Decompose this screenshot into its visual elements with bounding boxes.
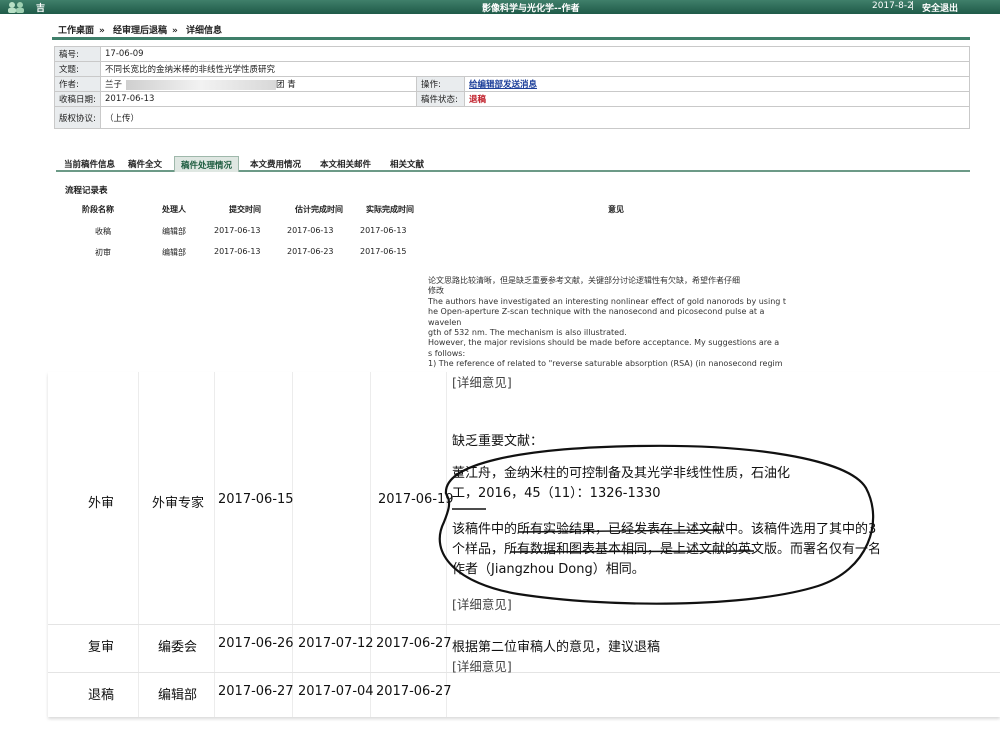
- header-submitted: 提交时间: [229, 205, 261, 214]
- column-divider: [370, 372, 371, 717]
- title-label: 文题:: [54, 61, 101, 77]
- copyright-upload-link[interactable]: （上传）: [100, 106, 970, 129]
- tab-full-text[interactable]: 稿件全文: [122, 156, 168, 172]
- author-label: 作者:: [54, 76, 101, 92]
- estimated-cell: 2017-07-12: [298, 636, 374, 651]
- tab-fees[interactable]: 本文费用情况: [244, 156, 307, 172]
- actual-cell: 2017-06-19: [378, 492, 454, 507]
- received-date-label: 收稿日期:: [54, 91, 101, 107]
- submitted-cell: 2017-06-15: [218, 492, 294, 507]
- received-date-value: 2017-06-13: [100, 91, 417, 107]
- submitted-cell: 2017-06-26: [218, 636, 294, 651]
- copyright-label: 版权协议:: [54, 106, 101, 129]
- tab-current-info[interactable]: 当前稿件信息: [58, 156, 121, 172]
- current-date: 2017-8-2: [872, 1, 913, 11]
- title-value: 不同长宽比的金纳米棒的非线性光学性质研究: [100, 61, 970, 77]
- handler-cell: 外审专家: [152, 496, 205, 511]
- actual-cell: 2017-06-13: [360, 226, 407, 235]
- column-divider: [292, 372, 293, 717]
- tab-references[interactable]: 相关文献: [384, 156, 430, 172]
- opinion-line: The authors have investigated an interes…: [428, 296, 787, 306]
- breadcrumb-details: 详细信息: [185, 26, 222, 36]
- app-title: 影像科学与光化学--作者: [482, 4, 580, 14]
- opinion-line: 作者（Jiangzhou Dong）相同。: [452, 562, 645, 577]
- status-value: 退稿: [464, 91, 970, 107]
- id-value: 17-06-09: [100, 46, 970, 62]
- handler-cell: 编辑部: [162, 227, 186, 236]
- redaction-mark: [126, 79, 277, 90]
- estimated-cell: 2017-06-13: [287, 226, 334, 235]
- actual-cell: 2017-06-27: [376, 684, 452, 699]
- opinion-line: 个样品，所有数据和图表基本相同，是上述文献的英文版。而署名仅有一名: [452, 542, 882, 557]
- opinion-line: 1) The reference of related to "reverse …: [428, 359, 783, 369]
- opinion-line: 董江舟，金纳米柱的可控制备及其光学非线性性质，石油化: [452, 466, 791, 481]
- user-icon: [8, 2, 24, 13]
- submitted-cell: 2017-06-13: [214, 247, 261, 256]
- column-divider: [214, 372, 215, 717]
- author-value: 兰子 团 青: [100, 76, 417, 92]
- stage-cell: 收稿: [95, 227, 111, 236]
- breadcrumb-separator: »: [172, 26, 178, 36]
- opinion-line: gth of 532 nm. The mechanism is also ill…: [428, 328, 627, 338]
- handler-cell: 编辑部: [158, 688, 198, 703]
- top-bar: 吉 影像科学与光化学--作者 2017-8-2 | 安全退出: [0, 0, 1000, 14]
- breadcrumb-workspace[interactable]: 工作桌面: [58, 26, 94, 36]
- opinion-line: 根据第二位审稿人的意见，建议退稿: [452, 640, 661, 655]
- actual-cell: 2017-06-15: [360, 247, 407, 256]
- breadcrumb-separator: »: [99, 26, 105, 36]
- stage-cell: 初审: [95, 248, 111, 257]
- header-stage: 阶段名称: [82, 205, 114, 214]
- detail-opinion-link[interactable]: [详细意见]: [452, 594, 512, 613]
- breadcrumb-divider: [52, 37, 970, 40]
- opinion-line: 工，2016，45（11）：1326-1330: [452, 486, 661, 501]
- tab-processing[interactable]: 稿件处理情况: [174, 156, 240, 172]
- header-opinion: 意见: [608, 205, 624, 214]
- status-label: 稿件状态:: [416, 91, 465, 107]
- opinion-line: 该稿件中的所有实验结果，已经发表在上述文献中。该稿件选用了其中的3: [452, 522, 877, 537]
- row-divider: [48, 624, 1000, 625]
- detail-opinion-link[interactable]: [详细意见]: [452, 372, 512, 391]
- tab-emails[interactable]: 本文相关邮件: [314, 156, 377, 172]
- manuscript-info-table: 稿号: 17-06-09 文题: 不同长宽比的金纳米棒的非线性光学性质研究 作者…: [54, 46, 970, 129]
- handler-cell: 编委会: [158, 640, 198, 655]
- opinion-line: 缺乏重要文献：: [452, 434, 544, 449]
- opinion-line: s follows:: [428, 348, 466, 358]
- flow-table-enlarged: [详细意见] 外审 外审专家 2017-06-15 2017-06-19 缺乏重…: [48, 372, 1000, 717]
- operation-label: 操作:: [416, 76, 465, 92]
- header-actual: 实际完成时间: [366, 205, 414, 214]
- opinion-line: 论文思路比较清晰，但是缺乏重要参考文献，关键部分讨论逻辑性有欠缺，希望作者仔细: [428, 276, 740, 285]
- estimated-cell: 2017-07-04: [298, 684, 374, 699]
- breadcrumb-rejected[interactable]: 经审理后退稿: [113, 26, 167, 36]
- opinion-line: 修改: [428, 286, 444, 296]
- column-divider: [446, 372, 447, 717]
- actual-cell: 2017-06-27: [376, 636, 452, 651]
- column-divider: [138, 372, 139, 717]
- author-tail: 团 青: [276, 80, 296, 90]
- tab-bar: 当前稿件信息 稿件全文 稿件处理情况 本文费用情况 本文相关邮件 相关文献: [56, 154, 970, 172]
- stage-cell: 复审: [88, 640, 115, 655]
- logout-link[interactable]: 安全退出: [922, 1, 958, 14]
- submitted-cell: 2017-06-27: [218, 684, 294, 699]
- id-label: 稿号:: [54, 46, 101, 62]
- opinion-line: he Open-aperture Z-scan technique with t…: [428, 307, 765, 327]
- first-review-opinion: 论文思路比较清晰，但是缺乏重要参考文献，关键部分讨论逻辑性有欠缺，希望作者仔细 …: [428, 276, 798, 370]
- opinion-line: However, the major revisions should be m…: [428, 338, 780, 348]
- detail-opinion-link[interactable]: [详细意见]: [452, 656, 512, 675]
- header-estimated: 估计完成时间: [295, 205, 343, 214]
- send-message-link[interactable]: 给编辑部发送消息: [464, 76, 970, 92]
- handler-cell: 编辑部: [162, 248, 186, 257]
- row-divider: [48, 672, 1000, 673]
- logo-text: 吉: [36, 4, 46, 14]
- breadcrumb: 工作桌面 » 经审理后退稿 » 详细信息: [58, 23, 227, 36]
- flow-table-title: 流程记录表: [65, 186, 108, 196]
- header-handler: 处理人: [162, 205, 186, 214]
- stage-cell: 退稿: [88, 688, 115, 703]
- separator: |: [911, 1, 915, 11]
- stage-cell: 外审: [88, 496, 115, 511]
- submitted-cell: 2017-06-13: [214, 226, 261, 235]
- estimated-cell: 2017-06-23: [287, 247, 334, 256]
- author-name: 兰子: [105, 80, 123, 90]
